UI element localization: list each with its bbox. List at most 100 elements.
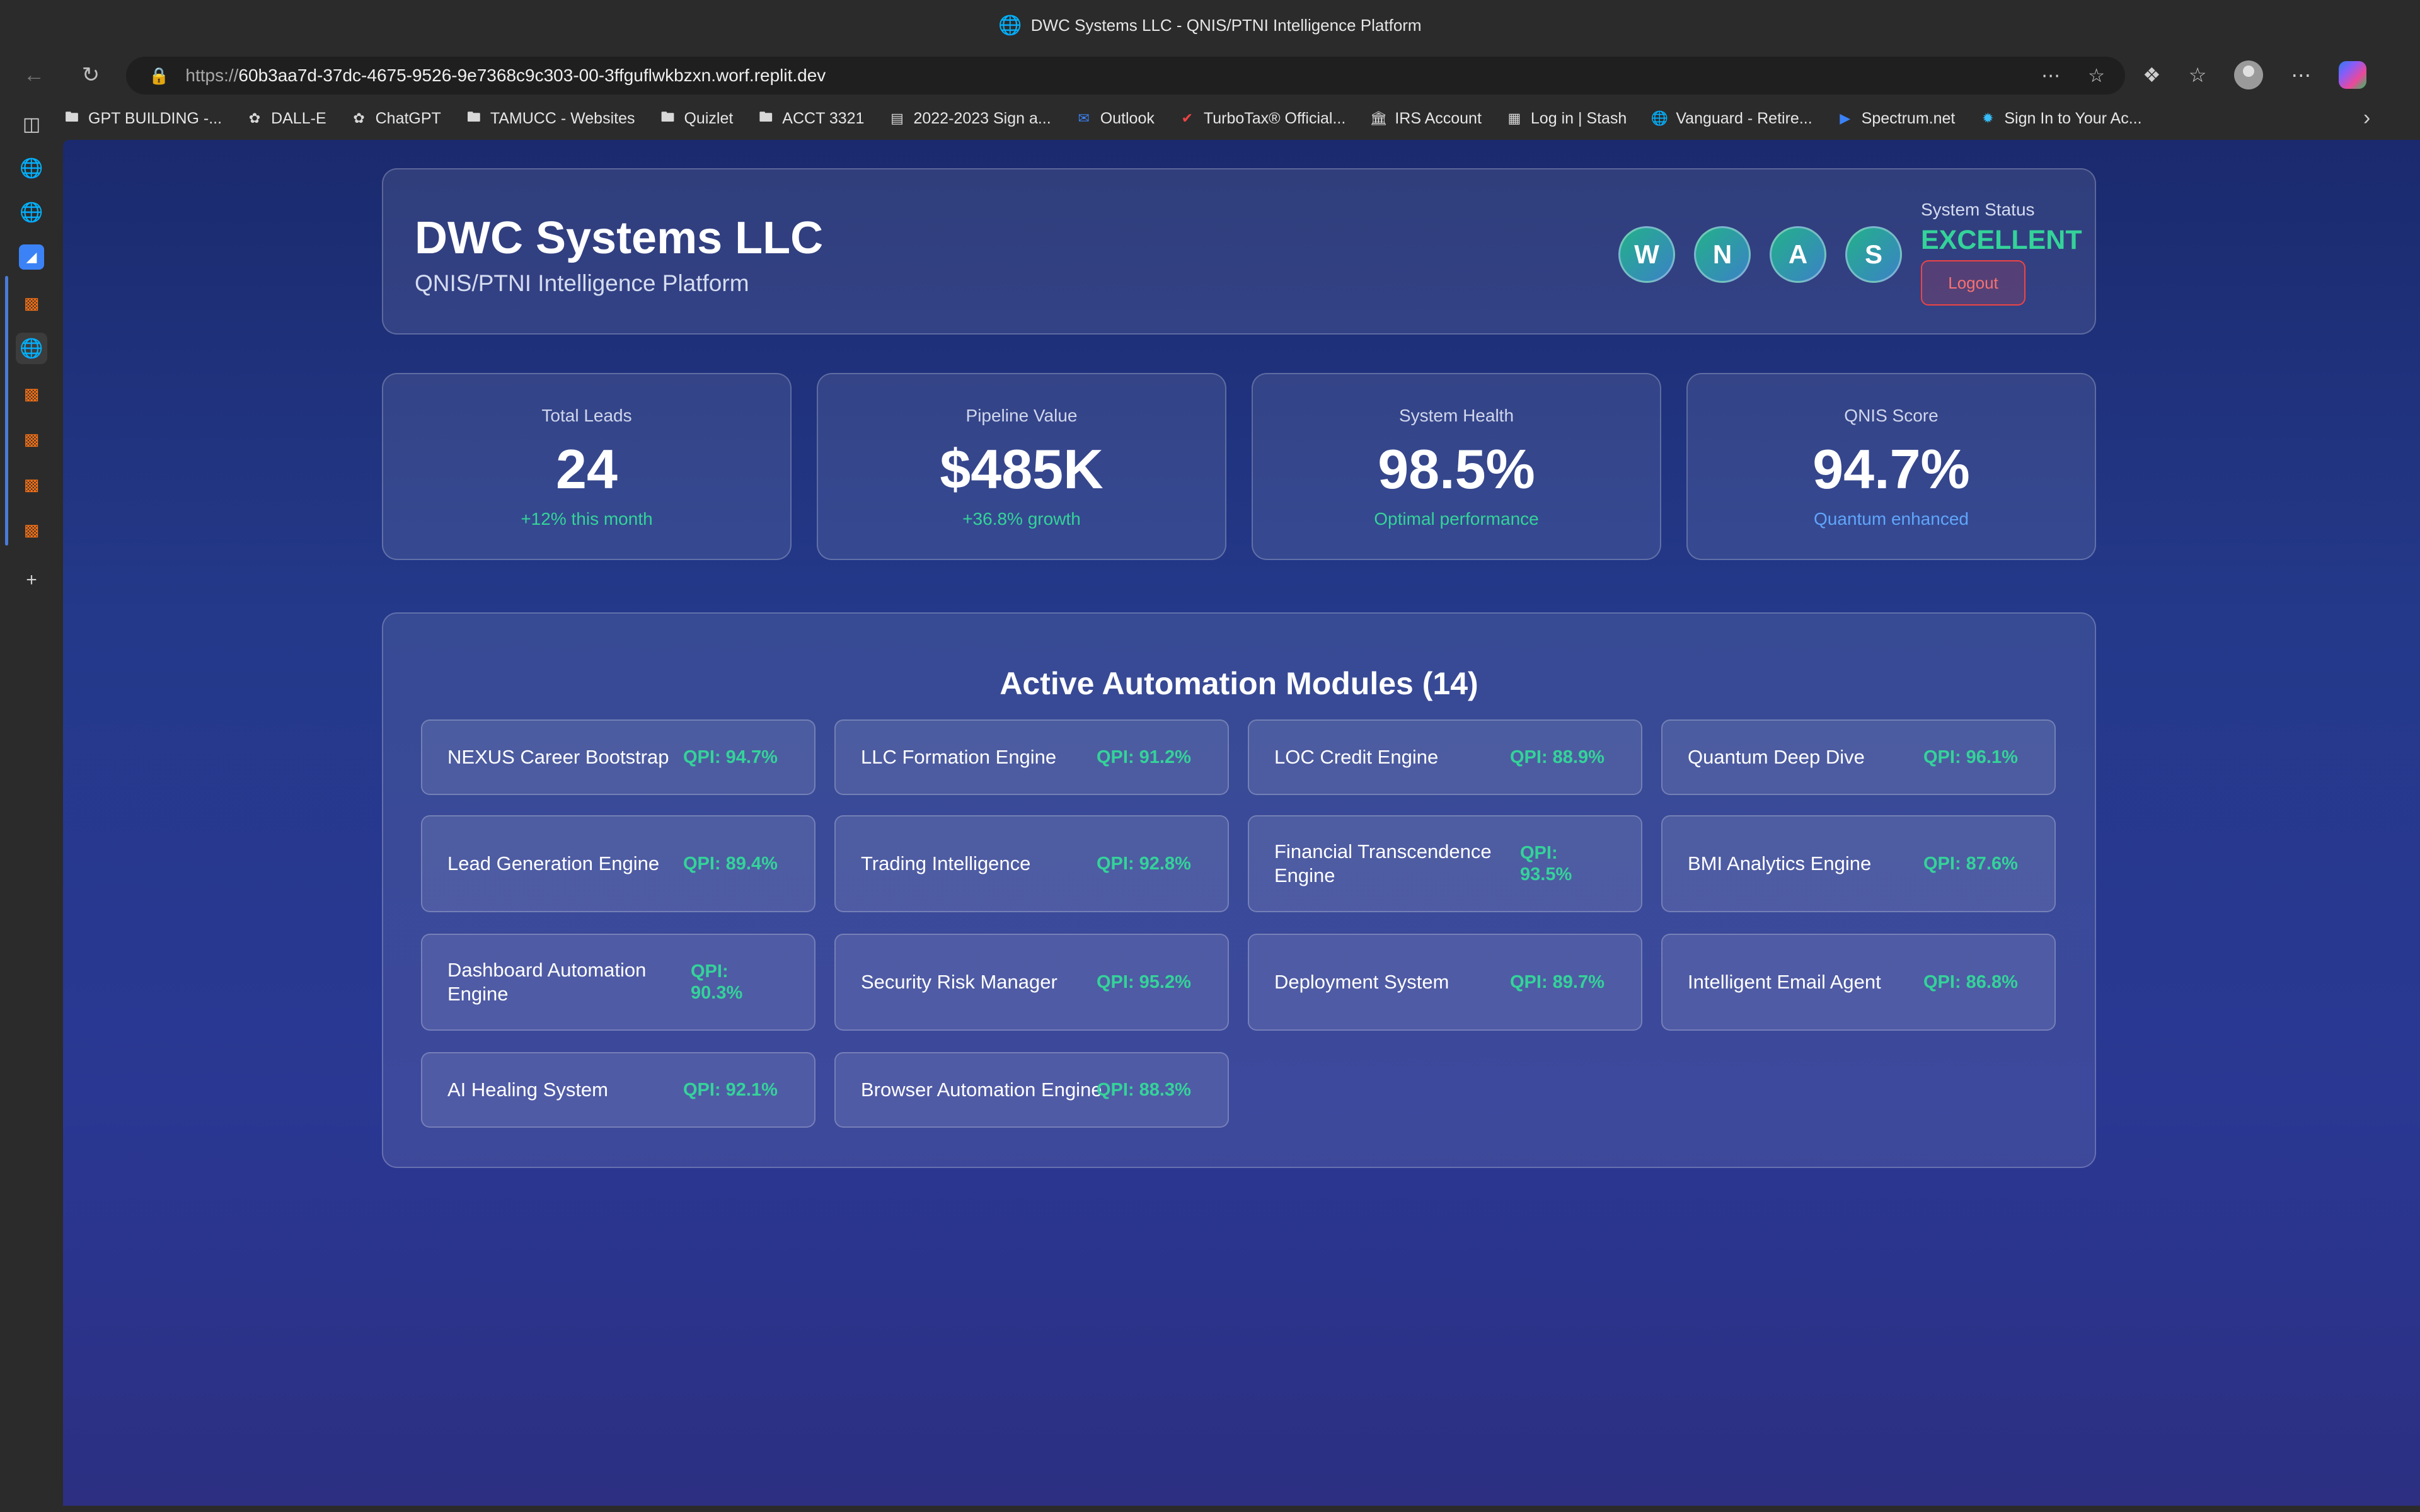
globe-icon: 🌐 (1651, 110, 1669, 126)
module-card[interactable]: Quantum Deep Dive QPI: 96.1% (1661, 719, 2056, 795)
metric-value: $485K (940, 438, 1103, 500)
module-qpi: QPI: 86.8% (1923, 972, 2018, 992)
metric-subtext: +12% this month (521, 509, 653, 529)
module-qpi: QPI: 88.9% (1510, 747, 1605, 767)
module-card[interactable]: Browser Automation Engine QPI: 88.3% (834, 1052, 1229, 1128)
module-card[interactable]: Security Risk Manager QPI: 95.2% (834, 934, 1229, 1031)
module-qpi: QPI: 93.5% (1520, 843, 1572, 885)
module-qpi: QPI: 95.2% (1097, 972, 1191, 992)
replit-icon[interactable]: ▩ (16, 378, 47, 410)
bookmarks-bar: 🖿 GPT BUILDING -... ✿ DALL-E ✿ ChatGPT 🖿 TAM… (63, 100, 2420, 137)
bookmark-item[interactable]: ✹ Sign In to Your Ac... (1979, 110, 2141, 128)
module-card[interactable]: Intelligent Email Agent QPI: 86.8% (1661, 934, 2056, 1031)
modules-title: Active Automation Modules (14) (1000, 666, 1478, 701)
module-qpi: QPI: 89.4% (683, 854, 778, 874)
status-badge: EXCELLENT (1921, 225, 2082, 255)
agent-avatar[interactable]: A (1770, 226, 1826, 283)
module-card[interactable]: AI Healing System QPI: 92.1% (421, 1052, 815, 1128)
module-name: Financial Transcendence Engine (1274, 840, 1492, 886)
module-card[interactable]: Dashboard Automation Engine QPI: 90.3% (421, 934, 815, 1031)
module-card[interactable]: LLC Formation Engine QPI: 91.2% (834, 719, 1229, 795)
module-card[interactable]: BMI Analytics Engine QPI: 87.6% (1661, 815, 2056, 912)
replit-icon[interactable]: ▩ (16, 514, 47, 546)
folder-icon: 🖿 (64, 109, 79, 125)
replit-icon[interactable]: ▩ (16, 287, 47, 319)
agent-avatars: W N A S (1618, 226, 1902, 283)
module-card[interactable]: Financial Transcendence Engine QPI: 93.5… (1248, 815, 1642, 912)
window-title: DWC Systems LLC - QNIS/PTNI Intelligence… (1030, 15, 1422, 35)
header-card: DWC Systems LLC QNIS/PTNI Intelligence P… (382, 168, 2096, 335)
module-name: Browser Automation Engine (861, 1079, 1102, 1101)
replit-icon[interactable]: ▩ (16, 469, 47, 500)
address-bar[interactable]: 🔒 https://60b3aa7d-37dc-4675-9526-9e7368… (126, 57, 2125, 94)
bookmark-item[interactable]: ✔ TurboTax® Official... (1178, 110, 1346, 128)
bookmark-item[interactable]: 🏛 IRS Account (1369, 110, 1482, 128)
module-qpi: QPI: 89.7% (1510, 972, 1605, 992)
replit-icon[interactable]: ▩ (16, 423, 47, 455)
chevron-right-icon[interactable]: › (2363, 106, 2370, 130)
tab-panel-icon[interactable]: ◫ (16, 108, 47, 140)
bookmark-item[interactable]: ✉ Outlook (1075, 109, 1155, 128)
module-name: Intelligent Email Agent (1688, 971, 1881, 993)
module-card[interactable]: Trading Intelligence QPI: 92.8% (834, 815, 1229, 912)
bookmark-label: Outlook (1100, 109, 1155, 127)
metric-subtext: Quantum enhanced (1814, 509, 1969, 529)
globe-icon[interactable]: 🌐 (16, 197, 47, 228)
module-card[interactable]: NEXUS Career Bootstrap QPI: 94.7% (421, 719, 815, 795)
extensions-icon[interactable]: ❖ (2143, 63, 2161, 87)
module-qpi: QPI: 90.3% (691, 961, 743, 1003)
bookmark-item[interactable]: 🖿 GPT BUILDING -... (63, 109, 222, 128)
agent-avatar[interactable]: W (1618, 226, 1675, 283)
folder-icon: 🖿 (466, 109, 481, 125)
profile-avatar[interactable] (2234, 60, 2264, 89)
bookmark-item[interactable]: ▶ Spectrum.net (1836, 110, 1955, 128)
bookmark-label: DALL-E (271, 109, 326, 127)
play-icon: ▶ (1840, 110, 1851, 126)
bookmark-label: GPT BUILDING -... (88, 109, 222, 127)
app-icon[interactable]: ◢ (19, 244, 44, 270)
bookmark-item[interactable]: 🖿 Quizlet (659, 109, 734, 128)
logout-button[interactable]: Logout (1921, 260, 2025, 306)
bookmark-item[interactable]: ▤ 2022-2023 Sign a... (888, 110, 1051, 128)
url-text: 60b3aa7d-37dc-4675-9526-9e7368c9c303-00-… (238, 66, 826, 85)
bookmark-item[interactable]: ✿ DALL-E (246, 110, 326, 128)
bookmark-label: IRS Account (1395, 109, 1482, 127)
reader-mode-icon[interactable]: ⋯ (2041, 65, 2060, 87)
back-arrow-icon[interactable]: ← (16, 57, 52, 93)
bookmark-item[interactable]: ▦ Log in | Stash (1506, 110, 1627, 128)
module-name: Dashboard Automation Engine (447, 959, 647, 1005)
favorite-star-icon[interactable]: ☆ (2088, 65, 2105, 87)
bookmark-item[interactable]: 🖿 TAMUCC - Websites (465, 109, 635, 128)
bookmark-label: Sign In to Your Ac... (2004, 109, 2142, 127)
module-name: AI Healing System (447, 1079, 608, 1101)
lock-icon[interactable]: 🔒 (149, 66, 169, 86)
bookmark-item[interactable]: 🌐 Vanguard - Retire... (1651, 110, 1812, 128)
metric-label: QNIS Score (1844, 406, 1939, 425)
metric-card-pipeline-value: Pipeline Value $485K +36.8% growth (817, 373, 1226, 560)
module-qpi: QPI: 94.7% (683, 747, 778, 767)
globe-icon[interactable]: 🌐 (16, 152, 47, 184)
module-qpi: QPI: 96.1% (1923, 747, 2018, 767)
metric-value: 98.5% (1378, 438, 1535, 500)
page-title: DWC Systems LLC (415, 213, 824, 263)
reload-icon[interactable]: ↻ (73, 57, 108, 93)
more-menu-icon[interactable]: ⋯ (2291, 63, 2311, 87)
metric-subtext: Optimal performance (1374, 509, 1539, 529)
module-qpi: QPI: 92.8% (1097, 854, 1191, 874)
module-card[interactable]: Deployment System QPI: 89.7% (1248, 934, 1642, 1031)
copilot-icon[interactable] (2339, 61, 2367, 89)
bookmark-item[interactable]: ✿ ChatGPT (350, 110, 441, 128)
module-qpi: QPI: 87.6% (1923, 854, 2018, 874)
agent-avatar[interactable]: S (1845, 226, 1902, 283)
agent-avatar[interactable]: N (1694, 226, 1751, 283)
bookmark-label: Quizlet (684, 109, 734, 127)
module-card[interactable]: Lead Generation Engine QPI: 89.4% (421, 815, 815, 912)
new-tab-plus-icon[interactable]: + (16, 564, 47, 596)
globe-icon[interactable]: 🌐 (16, 333, 47, 364)
bookmark-item[interactable]: 🖿 ACCT 3321 (757, 109, 864, 128)
module-card[interactable]: LOC Credit Engine QPI: 88.9% (1248, 719, 1642, 795)
bookmark-label: 2022-2023 Sign a... (913, 109, 1051, 127)
favorites-icon[interactable]: ☆ (2189, 63, 2207, 87)
status-label: System Status (1921, 200, 2035, 219)
module-name: Quantum Deep Dive (1688, 746, 1865, 768)
